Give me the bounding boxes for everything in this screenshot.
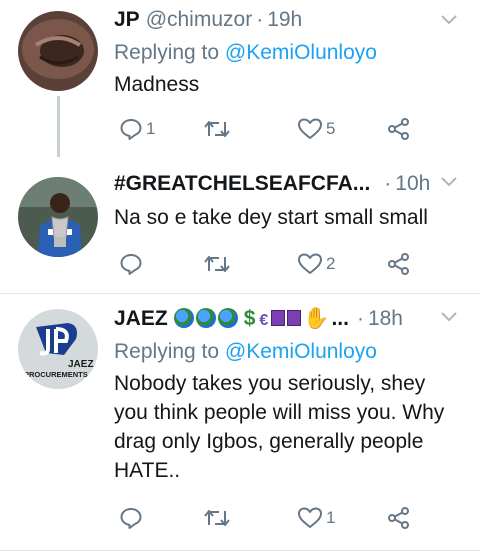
display-name[interactable]: #GREATCHELSEAFCFA... — [114, 172, 370, 196]
chevron-down-icon[interactable] — [440, 175, 458, 193]
share-button[interactable] — [387, 114, 411, 144]
like-count: 1 — [326, 508, 336, 527]
reply-icon — [119, 117, 143, 141]
tweet-actions: 2 — [114, 249, 414, 279]
chevron-down-icon[interactable] — [440, 13, 458, 31]
reply-button[interactable]: 1 — [119, 114, 155, 144]
tweet-3[interactable]: JAEZ PROCUREMENTS JAEZ $ € ✋ ... · 18h Rep… — [0, 294, 480, 551]
like-icon — [297, 506, 323, 530]
retweet-icon — [203, 118, 231, 140]
retweet-button[interactable] — [203, 249, 234, 279]
display-name[interactable]: JP — [114, 8, 140, 32]
timestamp[interactable]: 10h — [395, 172, 430, 196]
timestamp[interactable]: 18h — [368, 307, 403, 331]
avatar-logo-text: JAEZ — [68, 359, 94, 370]
banknote-emoji-icon — [271, 310, 286, 326]
tweet-text: Nobody takes you seriously, shey you thi… — [114, 372, 445, 482]
share-icon — [387, 252, 411, 276]
like-icon — [297, 252, 323, 276]
globe-emoji-icon — [173, 308, 194, 328]
tweet-header: JAEZ $ € ✋ ... · 18h — [114, 302, 470, 336]
name-emojis: $ € ✋ — [173, 307, 332, 331]
globe-emoji-icon — [217, 308, 238, 328]
tweet-actions: 1 — [114, 503, 414, 533]
tweet-header: JP @chimuzor · 19h — [114, 3, 470, 37]
like-button[interactable]: 2 — [297, 249, 335, 279]
tweet-text: Madness — [114, 73, 200, 96]
separator-dot: · — [256, 8, 264, 31]
reply-button[interactable] — [119, 249, 146, 279]
retweet-button[interactable] — [203, 114, 234, 144]
like-button[interactable]: 5 — [297, 114, 335, 144]
share-icon — [387, 506, 411, 530]
replying-to-label: Replying to — [114, 340, 220, 363]
avatar-jaez[interactable]: JAEZ PROCUREMENTS — [18, 309, 98, 389]
mention-link[interactable]: @KemiOlunloyo — [225, 41, 377, 64]
tweet-content: #GREATCHELSEAFCFA... · 10h Na so e take … — [114, 167, 470, 232]
like-icon — [297, 117, 323, 141]
retweet-icon — [203, 253, 231, 275]
reply-count: 1 — [146, 119, 156, 138]
tweet-actions: 1 5 — [114, 114, 414, 144]
dollar-emoji-icon: $ — [243, 307, 256, 330]
retweet-icon — [203, 507, 231, 529]
like-button[interactable]: 1 — [297, 503, 335, 533]
retweet-button[interactable] — [203, 503, 234, 533]
chevron-down-icon[interactable] — [440, 310, 458, 328]
replying-to: Replying to @KemiOlunloyo — [114, 38, 470, 68]
praying-hands-emoji-icon: ✋ — [303, 307, 330, 330]
avatar-logo-sub: PROCUREMENTS — [24, 370, 88, 379]
share-button[interactable] — [387, 503, 411, 533]
thread-line — [57, 96, 60, 157]
banknote-emoji-icon — [287, 310, 302, 326]
tweet-header: #GREATCHELSEAFCFA... · 10h — [114, 167, 470, 201]
avatar-chelsea[interactable] — [18, 177, 98, 257]
share-button[interactable] — [387, 249, 411, 279]
timestamp[interactable]: 19h — [267, 8, 302, 32]
name-ellipsis: ... — [331, 307, 349, 330]
display-name[interactable]: JAEZ — [114, 307, 168, 331]
replying-to: Replying to @KemiOlunloyo — [114, 337, 470, 367]
like-count: 5 — [326, 119, 336, 138]
tweet-1[interactable]: JP @chimuzor · 19h Replying to @KemiOlun… — [0, 0, 480, 157]
reply-button[interactable] — [119, 503, 146, 533]
like-count: 2 — [326, 254, 336, 273]
share-icon — [387, 117, 411, 141]
separator-dot: · — [356, 307, 364, 330]
reply-icon — [119, 252, 143, 276]
tweet-content: JAEZ $ € ✋ ... · 18h Replying to @KemiOlun… — [114, 302, 470, 485]
tweet-content: JP @chimuzor · 19h Replying to @KemiOlun… — [114, 3, 470, 99]
mention-link[interactable]: @KemiOlunloyo — [225, 340, 377, 363]
tweet-2[interactable]: #GREATCHELSEAFCFA... · 10h Na so e take … — [0, 157, 480, 294]
separator-dot: · — [384, 172, 392, 195]
replying-to-label: Replying to — [114, 41, 220, 64]
globe-emoji-icon — [195, 308, 216, 328]
avatar-jp[interactable] — [18, 11, 98, 91]
tweet-text: Na so e take dey start small small — [114, 206, 428, 229]
reply-icon — [119, 506, 143, 530]
user-handle[interactable]: @chimuzor — [146, 8, 253, 32]
currency-emoji-icon: € — [259, 312, 269, 329]
